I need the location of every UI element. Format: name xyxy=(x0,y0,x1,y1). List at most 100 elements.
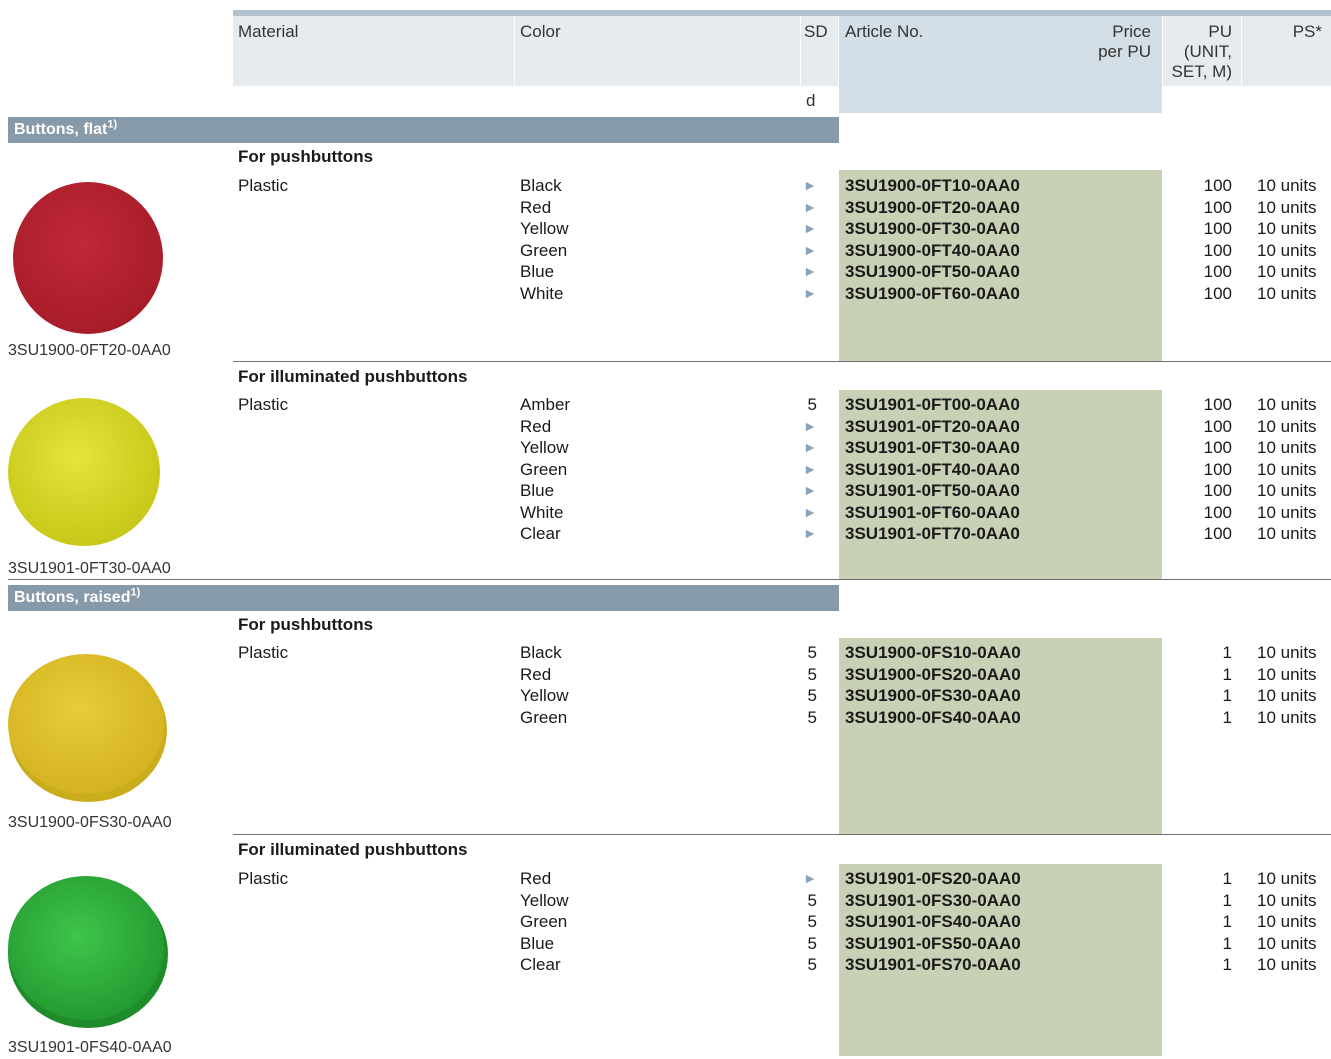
ps-cell: 10 units xyxy=(1257,869,1317,888)
header-pu-line2: (UNIT, xyxy=(1183,42,1232,61)
color-cell: White xyxy=(520,283,564,303)
article-number: 3SU1901-0FT60-0AA0 xyxy=(845,502,1020,522)
sd-cell: ► xyxy=(803,460,817,477)
sd-cell: 5 xyxy=(807,890,817,910)
sd-cell: 5 xyxy=(807,664,817,684)
pu-cell: 100 xyxy=(1203,459,1232,479)
color-cell: Black xyxy=(520,643,562,662)
color-cell: White xyxy=(520,502,564,522)
section-divider xyxy=(8,579,1331,580)
pu-cell: 1 xyxy=(1222,707,1232,727)
ps-cell: 10 units xyxy=(1257,643,1317,662)
pu-cell: 1 xyxy=(1222,890,1232,910)
color-cell: Yellow xyxy=(520,686,569,705)
article-number: 3SU1901-0FT30-0AA0 xyxy=(845,438,1020,457)
pu-cell: 1 xyxy=(1222,955,1232,974)
section-band-buttons-raised: Buttons, raised1) xyxy=(8,585,839,611)
article-number: 3SU1901-0FS70-0AA0 xyxy=(845,955,1021,974)
pu-cell: 100 xyxy=(1203,240,1232,260)
pu-cell: 100 xyxy=(1203,438,1232,457)
ps-cell: 10 units xyxy=(1257,283,1317,303)
sd-cell: ► xyxy=(803,503,817,520)
article-number: 3SU1901-0FS30-0AA0 xyxy=(845,890,1021,910)
sd-cell: ► xyxy=(803,241,817,258)
pu-cell: 100 xyxy=(1203,524,1232,543)
pu-cell: 100 xyxy=(1203,219,1232,238)
sd-cell: 5 xyxy=(807,395,817,414)
pu-cell: 1 xyxy=(1222,686,1232,705)
ps-cell: 10 units xyxy=(1257,197,1317,217)
group-divider xyxy=(233,834,1331,835)
header-material: Material xyxy=(238,22,299,41)
material-value: Plastic xyxy=(238,176,289,195)
article-number: 3SU1901-0FS40-0AA0 xyxy=(845,912,1021,931)
pu-cell: 1 xyxy=(1222,643,1232,662)
article-number: 3SU1901-0FS20-0AA0 xyxy=(845,869,1021,888)
pu-cell: 100 xyxy=(1203,416,1232,436)
ps-cell: 10 units xyxy=(1257,707,1317,727)
pu-cell: 1 xyxy=(1222,664,1232,684)
ps-cell: 10 units xyxy=(1257,664,1317,684)
group-subtitle: For illuminated pushbuttons xyxy=(238,840,468,859)
ps-cell: 10 units xyxy=(1257,686,1317,705)
sd-cell: ► xyxy=(803,482,817,498)
ps-cell: 10 units xyxy=(1257,176,1317,195)
ps-cell: 10 units xyxy=(1257,416,1317,436)
color-cell: Red xyxy=(520,197,552,217)
sd-cell: 5 xyxy=(807,643,817,662)
header-color: Color xyxy=(520,22,561,41)
group-divider xyxy=(233,361,1331,362)
material-value: Plastic xyxy=(238,869,289,888)
ps-cell: 10 units xyxy=(1257,262,1317,281)
ps-cell: 10 units xyxy=(1257,395,1317,414)
yellow-raised-button-image xyxy=(8,654,167,802)
group-subtitle: For pushbuttons xyxy=(238,615,374,634)
red-flat-button-image xyxy=(13,182,163,334)
sd-cell: 5 xyxy=(807,686,817,705)
sd-cell: ► xyxy=(803,439,817,455)
color-cell: Black xyxy=(520,176,562,195)
article-number: 3SU1900-0FS30-0AA0 xyxy=(845,686,1021,705)
sd-cell: ► xyxy=(803,177,817,193)
header-pu-line1: PU xyxy=(1208,22,1232,41)
article-number: 3SU1901-0FT70-0AA0 xyxy=(845,524,1020,543)
article-number: 3SU1901-0FT50-0AA0 xyxy=(845,481,1020,500)
article-number: 3SU1900-0FS20-0AA0 xyxy=(845,664,1021,684)
header-article-no: Article No. xyxy=(845,22,924,41)
color-cell: Amber xyxy=(520,395,571,414)
sd-cell: ► xyxy=(803,220,817,236)
color-cell: Yellow xyxy=(520,219,569,238)
ps-cell: 10 units xyxy=(1257,933,1317,953)
article-number: 3SU1900-0FT10-0AA0 xyxy=(845,176,1020,195)
image-caption: 3SU1901-0FS40-0AA0 xyxy=(8,1039,172,1056)
article-number: 3SU1900-0FT50-0AA0 xyxy=(845,262,1020,281)
sd-cell: 5 xyxy=(807,955,817,974)
header-pu-line3: SET, M) xyxy=(1171,62,1232,81)
section-band-buttons-flat: Buttons, flat1) xyxy=(8,117,839,143)
pu-cell: 100 xyxy=(1203,176,1232,195)
ps-cell: 10 units xyxy=(1257,912,1317,931)
article-number: 3SU1901-0FT00-0AA0 xyxy=(845,395,1020,414)
color-cell: Yellow xyxy=(520,890,569,910)
sd-cell: ► xyxy=(803,525,817,541)
ps-cell: 10 units xyxy=(1257,481,1317,500)
image-caption: 3SU1901-0FT30-0AA0 xyxy=(8,560,171,577)
color-cell: Green xyxy=(520,707,568,727)
green-raised-button-image xyxy=(8,876,168,1028)
color-cell: Blue xyxy=(520,262,555,281)
article-number: 3SU1900-0FT20-0AA0 xyxy=(845,197,1020,217)
header-ps: PS* xyxy=(1292,22,1322,41)
color-cell: Red xyxy=(520,416,552,436)
group-subtitle: For illuminated pushbuttons xyxy=(238,367,468,386)
ps-cell: 10 units xyxy=(1257,459,1317,479)
header-price-line2: per PU xyxy=(1098,42,1151,61)
color-cell: Clear xyxy=(520,524,561,543)
material-value: Plastic xyxy=(238,395,289,414)
header-price-line1: Price xyxy=(1112,22,1151,41)
yellow-flat-button-image xyxy=(8,398,160,546)
article-number: 3SU1900-0FT30-0AA0 xyxy=(845,219,1020,238)
image-caption: 3SU1900-0FT20-0AA0 xyxy=(8,342,171,359)
sd-cell: 5 xyxy=(807,912,817,931)
pu-cell: 100 xyxy=(1203,283,1232,303)
pu-cell: 1 xyxy=(1222,933,1232,953)
